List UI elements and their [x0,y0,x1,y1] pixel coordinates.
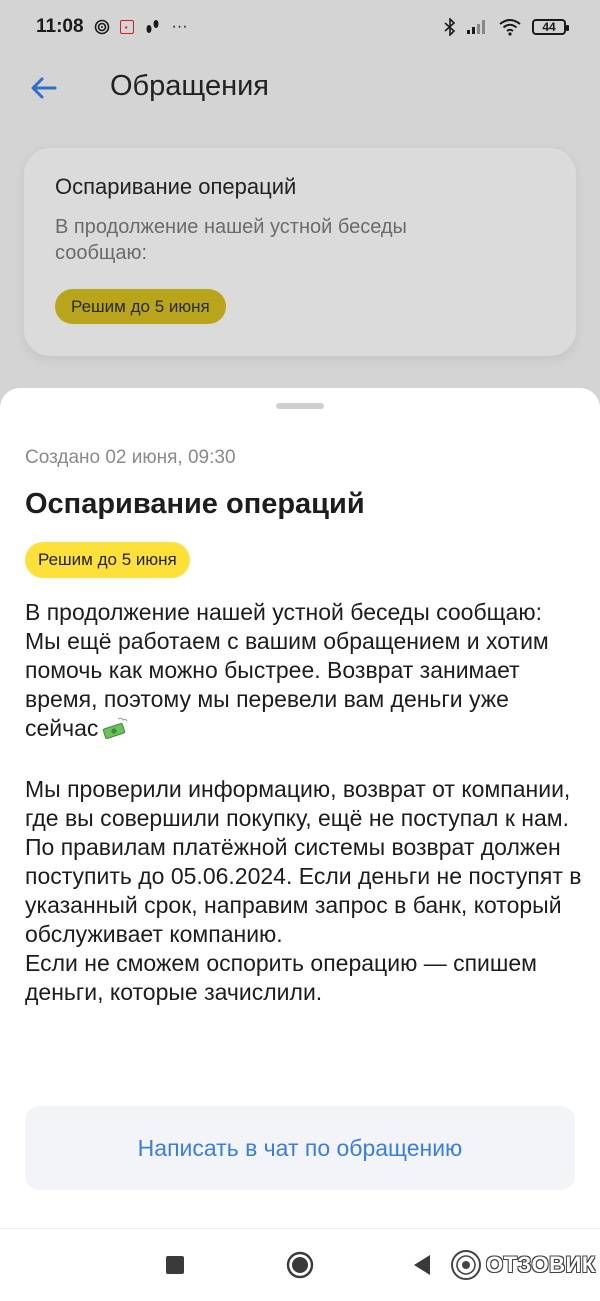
message-body: В продолжение нашей устной беседы сообща… [25,598,585,1007]
more-dots-icon: ··· [171,18,188,35]
message-paragraph: Мы проверили информацию, возврат от комп… [25,776,582,947]
page-title: Обращения [110,70,270,102]
notification-red-icon: · [119,20,134,34]
message-paragraph: Если не сможем оспорить операцию — спише… [25,950,537,1005]
battery-icon: 44 [532,19,569,35]
back-arrow-icon[interactable] [28,72,60,104]
status-left: 11:08 · ··· [36,16,188,38]
flying-money-icon [102,717,128,746]
status-bar: 11:08 · ··· 44 [0,0,600,54]
otzovik-watermark: ОТЗОВИК [450,1247,596,1283]
message-paragraph: В продолжение нашей устной беседы сообща… [25,599,542,625]
appeal-details-sheet: Создано 02 июня, 09:30 Оспаривание опера… [0,388,600,1228]
otzovik-logo-icon [451,1250,481,1280]
recents-square-icon[interactable] [166,1256,184,1274]
created-timestamp: Создано 02 июня, 09:30 [25,447,236,468]
back-triangle-icon[interactable] [412,1254,432,1276]
deadline-badge: Решим до 5 июня [25,542,190,578]
app-header: Обращения [0,60,600,116]
navigation-bar: ОТЗОВИК [0,1228,600,1301]
sheet-title: Оспаривание операций [25,488,365,520]
appeal-card-title: Оспаривание операций [55,174,297,199]
write-to-chat-button[interactable]: Написать в чат по обращению [25,1106,575,1190]
status-right: 44 [444,18,569,36]
bluetooth-icon [444,18,456,36]
appeal-card-status-badge: Решим до 5 июня [55,289,226,324]
footsteps-icon [144,19,162,35]
watermark-text: ОТЗОВИК [486,1252,596,1277]
appeal-card[interactable]: Оспаривание операций В продолжение нашей… [24,148,576,356]
sheet-drag-handle[interactable] [276,403,324,409]
signal-icon [466,19,488,35]
message-paragraph: Мы ещё работаем с вашим обращением и хот… [25,627,585,746]
appeal-card-preview: В продолжение нашей устной беседы сообща… [55,216,407,264]
target-icon [94,19,110,35]
home-circle-icon[interactable] [286,1251,314,1279]
status-time: 11:08 [36,16,84,37]
wifi-icon [498,18,522,36]
